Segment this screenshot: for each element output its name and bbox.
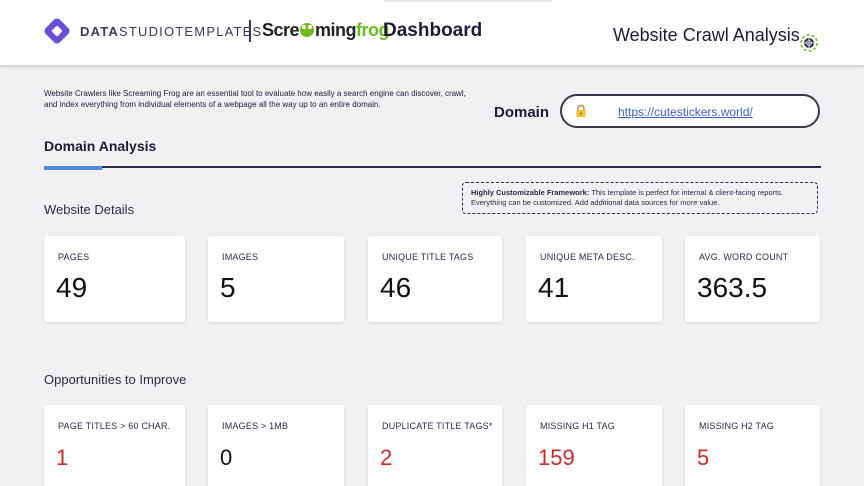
metric-card-avg-word-count: AVG. WORD COUNT 363.5 [685, 236, 820, 322]
section-title[interactable]: Domain Analysis [44, 138, 156, 154]
metric-label: MISSING H1 TAG [540, 421, 615, 431]
section-rule [44, 166, 821, 168]
metric-label: DUPLICATE TITLE TAGS* [382, 421, 493, 431]
header-bar: DATASTUDIOTEMPLATES Scre mingfrog Dashboa… [0, 0, 864, 67]
metric-card-images: IMAGES 5 [208, 236, 344, 322]
domain-field[interactable]: https://cutestickers.world/ [560, 94, 820, 128]
datastudio-logo-icon [44, 18, 70, 44]
metric-value: 49 [56, 272, 88, 303]
globe-gear-icon [800, 34, 818, 52]
metric-label: MISSING H2 TAG [699, 421, 774, 431]
metric-label: UNIQUE META DESC. [540, 252, 635, 262]
metric-value: 46 [380, 272, 412, 303]
opportunities-title: Opportunities to Improve [44, 372, 187, 387]
datastudio-brand: DATASTUDIOTEMPLATES [80, 24, 263, 39]
dashboard-page: DATASTUDIOTEMPLATES Scre mingfrog Dashboa… [0, 0, 864, 486]
section-rule-accent [44, 166, 102, 170]
lock-icon [576, 104, 586, 117]
metric-card-unique-meta-desc: UNIQUE META DESC. 41 [526, 236, 662, 322]
dashboard-label: Dashboard [383, 20, 483, 41]
intro-text: Website Crawlers like Screaming Frog are… [44, 89, 466, 109]
opportunity-card-large-images: IMAGES > 1MB 0 [208, 405, 344, 486]
metric-value: 159 [538, 445, 575, 470]
metric-label: IMAGES [222, 252, 259, 262]
metric-card-unique-title-tags: UNIQUE TITLE TAGS 46 [368, 236, 502, 322]
brand-separator [249, 20, 251, 42]
opportunity-card-missing-h2: MISSING H2 TAG 5 [685, 405, 820, 486]
metric-label: IMAGES > 1MB [222, 421, 289, 431]
metric-value: 363.5 [697, 272, 768, 303]
domain-url-link[interactable]: https://cutestickers.world/ [618, 105, 753, 119]
metric-value: 5 [220, 272, 236, 303]
metric-card-pages: PAGES 49 [44, 236, 185, 322]
frog-icon [300, 23, 315, 37]
info-callout: Highly Customizable Framework: This temp… [462, 182, 818, 214]
metric-label: PAGE TITLES > 60 CHAR. [58, 421, 171, 431]
metric-value: 0 [220, 445, 233, 470]
metric-value: 5 [697, 445, 710, 470]
opportunity-card-missing-h1: MISSING H1 TAG 159 [526, 405, 662, 486]
report-title: Website Crawl Analysis [613, 25, 800, 45]
metric-label: PAGES [58, 252, 90, 262]
domain-label: Domain [494, 104, 550, 121]
top-divider [384, 0, 552, 2]
metric-value: 41 [538, 272, 570, 303]
metric-value: 2 [380, 445, 393, 470]
screaming-frog-logo: Scre mingfrog [262, 20, 390, 40]
opportunity-card-duplicate-titles: DUPLICATE TITLE TAGS* 2 [368, 405, 502, 486]
website-details-title: Website Details [44, 202, 135, 217]
metric-label: AVG. WORD COUNT [699, 252, 789, 262]
metric-value: 1 [56, 445, 69, 470]
metric-label: UNIQUE TITLE TAGS [382, 252, 474, 262]
opportunity-card-long-titles: PAGE TITLES > 60 CHAR. 1 [44, 405, 185, 486]
